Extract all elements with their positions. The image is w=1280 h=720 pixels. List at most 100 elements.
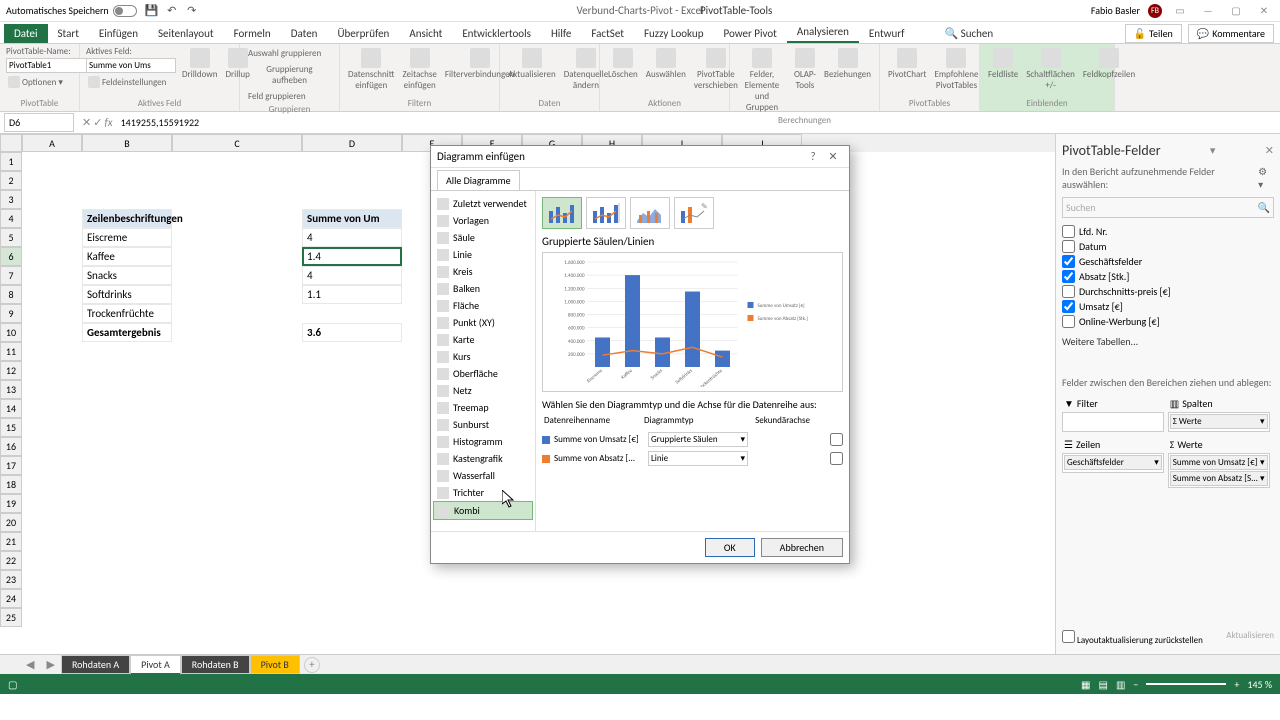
cell[interactable]: Summe von Um (302, 209, 402, 228)
sheet-nav-next[interactable]: ▶ (40, 658, 60, 671)
column-header[interactable]: C (172, 134, 302, 152)
chart-type-option[interactable]: Oberfläche (433, 365, 533, 382)
zone-item[interactable]: Σ Werte▾ (1170, 414, 1268, 429)
update-button[interactable]: Aktualisieren (1226, 630, 1274, 646)
ungroup-button[interactable]: Gruppierung aufheben (246, 62, 333, 88)
close-icon[interactable]: ✕ (1254, 4, 1274, 17)
row-header[interactable]: 22 (0, 551, 22, 570)
toggle-icon[interactable] (113, 5, 137, 17)
row-header[interactable]: 21 (0, 532, 22, 551)
save-icon[interactable]: 💾 (145, 4, 159, 18)
zoom-slider[interactable] (1146, 683, 1226, 685)
slicer-button[interactable]: Datenschnitt einfügen (346, 46, 396, 93)
tab-daten[interactable]: Daten (281, 24, 328, 43)
olap-button[interactable]: OLAP-Tools (792, 46, 818, 93)
active-field-input[interactable] (86, 58, 176, 73)
combo-subtype-2[interactable] (586, 197, 626, 229)
row-header[interactable]: 16 (0, 437, 22, 456)
chart-type-option[interactable]: Histogramm (433, 433, 533, 450)
maximize-icon[interactable]: ▢ (1226, 4, 1246, 17)
row-header[interactable]: 15 (0, 418, 22, 437)
ok-button[interactable]: OK (705, 538, 755, 557)
select-all-corner[interactable] (0, 134, 22, 152)
cell[interactable]: Snacks (82, 266, 172, 285)
cell[interactable]: Kaffee (82, 247, 172, 266)
tab-suchen[interactable]: 🔍 Suchen (934, 24, 1003, 43)
defer-checkbox[interactable]: Layoutaktualisierung zurückstellen (1062, 630, 1203, 646)
clear-button[interactable]: Löschen (606, 46, 640, 82)
series-type-dropdown[interactable]: Gruppierte Säulen▾ (648, 432, 748, 447)
cell[interactable]: 4 (302, 228, 402, 247)
chart-type-option[interactable]: Balken (433, 280, 533, 297)
zone-item[interactable]: Summe von Umsatz [€]▾ (1170, 455, 1268, 470)
accept-formula-icon[interactable]: ✓ (93, 116, 102, 129)
chart-type-option[interactable]: Kombi (433, 501, 533, 520)
field-settings-button[interactable]: Feldeinstellungen (86, 74, 176, 90)
sheet-tab[interactable]: Rohdaten A (61, 655, 130, 674)
fieldlist-minimize-icon[interactable]: ▾ (1210, 144, 1216, 157)
chart-type-option[interactable]: Linie (433, 246, 533, 263)
more-tables-link[interactable]: Weitere Tabellen... (1060, 331, 1276, 352)
chart-type-option[interactable]: Punkt (XY) (433, 314, 533, 331)
undo-icon[interactable]: ↶ (165, 4, 179, 18)
row-header[interactable]: 10 (0, 323, 22, 342)
tab-fuzzy[interactable]: Fuzzy Lookup (634, 24, 714, 43)
ribbon-options-icon[interactable]: ▭ (1170, 4, 1190, 17)
tab-ueberpruefen[interactable]: Überprüfen (327, 24, 399, 43)
zone-item[interactable]: Summe von Absatz [S...▾ (1170, 471, 1268, 486)
field-checkbox[interactable]: Lfd. Nr. (1062, 224, 1274, 239)
redo-icon[interactable]: ↷ (185, 4, 199, 18)
avatar[interactable]: FB (1148, 4, 1162, 18)
view-pagebreak-icon[interactable]: ▥ (1116, 678, 1125, 691)
dialog-tab-all[interactable]: Alle Diagramme (437, 170, 520, 190)
cell[interactable]: 3.6 (302, 323, 402, 342)
options-button[interactable]: Optionen ▾ (6, 74, 73, 90)
select-button[interactable]: Auswählen (644, 46, 688, 82)
refresh-button[interactable]: Aktualisieren (506, 46, 558, 82)
tab-entwurf[interactable]: Entwurf (859, 24, 915, 43)
row-header[interactable]: 19 (0, 494, 22, 513)
row-header[interactable]: 3 (0, 190, 22, 209)
row-header[interactable]: 7 (0, 266, 22, 285)
field-checkbox[interactable]: Online-Werbung [€] (1062, 314, 1274, 329)
row-header[interactable]: 2 (0, 171, 22, 190)
calc-fields-button[interactable]: Felder, Elemente und Gruppen (736, 46, 788, 115)
row-header[interactable]: 17 (0, 456, 22, 475)
name-box[interactable] (4, 113, 74, 132)
chart-type-option[interactable]: Wasserfall (433, 467, 533, 484)
row-header[interactable]: 4 (0, 209, 22, 228)
field-checkbox[interactable]: Datum (1062, 239, 1274, 254)
combo-subtype-1[interactable] (542, 197, 582, 229)
cell[interactable]: 1.4 (302, 247, 402, 266)
column-header[interactable]: D (302, 134, 402, 152)
field-checkbox[interactable]: Geschäftsfelder (1062, 254, 1274, 269)
cancel-button[interactable]: Abbrechen (761, 538, 843, 557)
tab-analysieren[interactable]: Analysieren (787, 22, 859, 43)
fieldlist-gear-icon[interactable]: ⚙ ▾ (1258, 165, 1274, 191)
row-header[interactable]: 6 (0, 247, 22, 266)
chart-type-option[interactable]: Kreis (433, 263, 533, 280)
combo-subtype-custom[interactable]: ✎ (674, 197, 714, 229)
cell[interactable]: Zeilenbeschriftungen (82, 209, 172, 228)
secondary-axis-checkbox[interactable] (830, 433, 843, 446)
chart-type-option[interactable]: Treemap (433, 399, 533, 416)
chart-type-option[interactable]: Kastengrafik (433, 450, 533, 467)
row-header[interactable]: 5 (0, 228, 22, 247)
sheet-nav-prev[interactable]: ◀ (20, 658, 40, 671)
fieldlist-search[interactable]: Suchen 🔍 (1062, 197, 1274, 218)
column-header[interactable]: B (82, 134, 172, 152)
group-field-button[interactable]: Feld gruppieren (246, 89, 333, 104)
zone-values[interactable]: Summe von Umsatz [€]▾ Summe von Absatz [… (1168, 453, 1270, 488)
chart-type-option[interactable]: Sunburst (433, 416, 533, 433)
autosave-toggle[interactable]: Automatisches Speichern (6, 4, 137, 17)
row-header[interactable]: 20 (0, 513, 22, 532)
field-checkbox[interactable]: Absatz [Stk.] (1062, 269, 1274, 284)
pivotchart-button[interactable]: PivotChart (886, 46, 928, 82)
cell[interactable]: Trockenfrüchte (82, 304, 172, 323)
chart-type-option[interactable]: Trichter (433, 484, 533, 501)
fieldlist-close-icon[interactable]: ✕ (1265, 144, 1274, 157)
cell[interactable]: Gesamtergebnis (82, 323, 172, 342)
chart-type-option[interactable]: Zuletzt verwendet (433, 195, 533, 212)
comments-button[interactable]: 💬 Kommentare (1188, 24, 1274, 43)
cell[interactable]: 1.1 (302, 285, 402, 304)
